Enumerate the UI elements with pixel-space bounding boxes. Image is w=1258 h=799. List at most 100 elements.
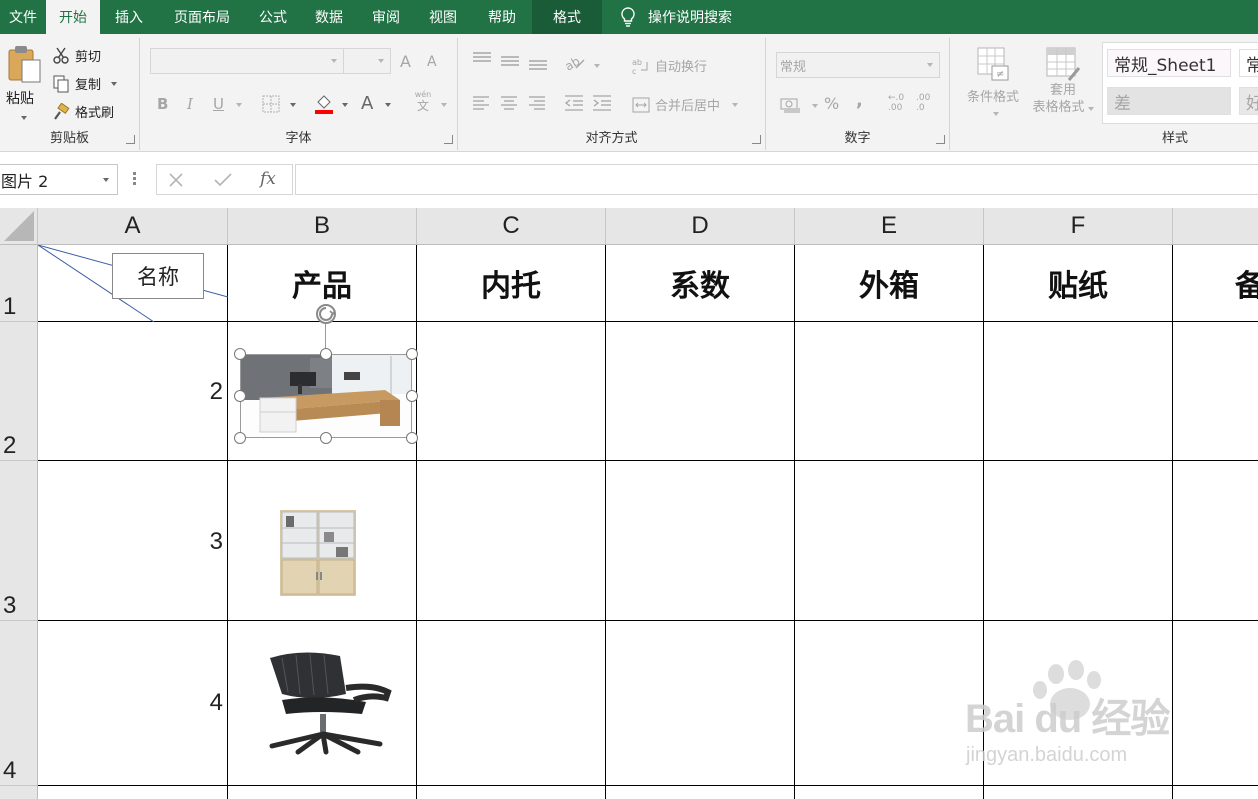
italic-button[interactable]: I	[187, 95, 193, 113]
cell-e2[interactable]	[795, 322, 984, 461]
column-header-d[interactable]: D	[606, 208, 795, 245]
resize-handle-right[interactable]	[406, 390, 418, 402]
formula-bar-splitter[interactable]	[133, 172, 137, 186]
format-painter-button[interactable]: 格式刷	[52, 102, 114, 121]
wrap-text-button[interactable]: ab c 自动换行	[632, 56, 707, 76]
cell-e1[interactable]: 外箱	[795, 245, 984, 322]
office-chair-image[interactable]	[262, 648, 394, 756]
column-header-g[interactable]	[1173, 208, 1258, 245]
format-as-table-button[interactable]: 套用 表格格式	[1026, 44, 1100, 124]
rotate-handle-icon[interactable]	[314, 302, 338, 326]
bold-button[interactable]: B	[157, 95, 168, 113]
cell-d1[interactable]: 系数	[606, 245, 795, 322]
number-format-combo[interactable]: 常规	[776, 52, 940, 78]
row-header-1[interactable]: 1	[0, 245, 38, 322]
cell-d5[interactable]	[606, 786, 795, 799]
cell-f2[interactable]	[984, 322, 1173, 461]
accounting-format-icon[interactable]	[780, 96, 802, 114]
cell-e4[interactable]	[795, 621, 984, 786]
tab-review[interactable]: 审阅	[358, 0, 414, 34]
cell-a4[interactable]: 4	[38, 621, 228, 786]
cell-e3[interactable]	[795, 461, 984, 621]
cell-c4[interactable]	[417, 621, 606, 786]
resize-handle-top-left[interactable]	[234, 348, 246, 360]
cancel-icon[interactable]	[169, 173, 183, 187]
phonetic-guide-icon[interactable]: wén 文	[412, 90, 434, 114]
paste-button[interactable]: 粘贴	[4, 42, 44, 122]
decrease-decimal-button[interactable]: .00.0	[916, 93, 938, 113]
increase-indent-icon[interactable]	[592, 95, 612, 111]
copy-button[interactable]: 复制	[52, 74, 118, 93]
style-normal-sheet1[interactable]: 常规_Sheet1	[1107, 49, 1231, 77]
cell-g5[interactable]	[1173, 786, 1258, 799]
font-size-combo[interactable]	[343, 48, 391, 74]
cell-f5[interactable]	[984, 786, 1173, 799]
cell-f1[interactable]: 贴纸	[984, 245, 1173, 322]
row-header-4[interactable]: 4	[0, 621, 38, 786]
dialog-launcher-icon[interactable]	[936, 135, 945, 144]
cell-e5[interactable]	[795, 786, 984, 799]
font-name-combo[interactable]	[150, 48, 344, 74]
tab-help[interactable]: 帮助	[472, 0, 532, 34]
row-header-2[interactable]: 2	[0, 322, 38, 461]
cell-g3[interactable]	[1173, 461, 1258, 621]
cell-d4[interactable]	[606, 621, 795, 786]
insert-function-icon[interactable]: fx	[260, 169, 276, 189]
fill-color-icon[interactable]	[313, 93, 335, 115]
dialog-launcher-icon[interactable]	[444, 135, 453, 144]
enter-check-icon[interactable]	[214, 173, 232, 187]
resize-handle-bottom-right[interactable]	[406, 432, 418, 444]
column-header-c[interactable]: C	[417, 208, 606, 245]
tab-view[interactable]: 视图	[414, 0, 472, 34]
cell-a5[interactable]	[38, 786, 228, 799]
shrink-font-icon[interactable]: A	[427, 54, 437, 70]
dialog-launcher-icon[interactable]	[126, 135, 135, 144]
font-color-icon[interactable]: A	[361, 93, 373, 114]
align-bottom-icon[interactable]	[528, 56, 548, 70]
resize-handle-top-right[interactable]	[406, 348, 418, 360]
resize-handle-bottom-left[interactable]	[234, 432, 246, 444]
grow-font-icon[interactable]: A	[400, 52, 411, 71]
percent-style-button[interactable]: %	[824, 94, 839, 113]
select-all-corner[interactable]	[0, 208, 38, 245]
cell-g4[interactable]	[1173, 621, 1258, 786]
cell-c1[interactable]: 内托	[417, 245, 606, 322]
style-good[interactable]: 好	[1239, 87, 1258, 115]
underline-button[interactable]: U	[213, 95, 224, 113]
tab-data[interactable]: 数据	[300, 0, 358, 34]
dialog-launcher-icon[interactable]	[752, 135, 761, 144]
bookcase-image[interactable]	[272, 506, 368, 598]
column-header-a[interactable]: A	[38, 208, 228, 245]
row-header-3[interactable]: 3	[0, 461, 38, 621]
tab-file[interactable]: 文件	[0, 0, 46, 34]
cell-c5[interactable]	[417, 786, 606, 799]
align-top-icon[interactable]	[472, 52, 492, 66]
align-center-icon[interactable]	[500, 96, 518, 110]
style-normal[interactable]: 常	[1239, 49, 1258, 77]
orientation-icon[interactable]: ab	[564, 54, 586, 72]
tell-me-search[interactable]: 操作说明搜索	[620, 0, 732, 34]
cell-c2[interactable]	[417, 322, 606, 461]
cell-a2[interactable]: 2	[38, 322, 228, 461]
column-header-e[interactable]: E	[795, 208, 984, 245]
cell-d3[interactable]	[606, 461, 795, 621]
cut-button[interactable]: 剪切	[52, 46, 101, 65]
textbox-name-label[interactable]: 名称	[112, 253, 204, 299]
name-box[interactable]: 图片 2	[0, 164, 118, 195]
resize-handle-bottom[interactable]	[320, 432, 332, 444]
formula-input[interactable]	[295, 164, 1258, 195]
align-right-icon[interactable]	[528, 96, 546, 110]
conditional-formatting-button[interactable]: ≠ 条件格式	[958, 44, 1028, 124]
tab-insert[interactable]: 插入	[100, 0, 158, 34]
tab-format[interactable]: 格式	[532, 0, 602, 34]
resize-handle-top[interactable]	[320, 348, 332, 360]
tab-home[interactable]: 开始	[46, 0, 100, 34]
borders-icon[interactable]	[262, 95, 280, 113]
align-middle-icon[interactable]	[500, 54, 520, 68]
tab-formulas[interactable]: 公式	[246, 0, 300, 34]
row-header-5[interactable]	[0, 786, 38, 799]
cell-a3[interactable]: 3	[38, 461, 228, 621]
column-header-f[interactable]: F	[984, 208, 1173, 245]
decrease-indent-icon[interactable]	[564, 95, 584, 111]
cell-f3[interactable]	[984, 461, 1173, 621]
